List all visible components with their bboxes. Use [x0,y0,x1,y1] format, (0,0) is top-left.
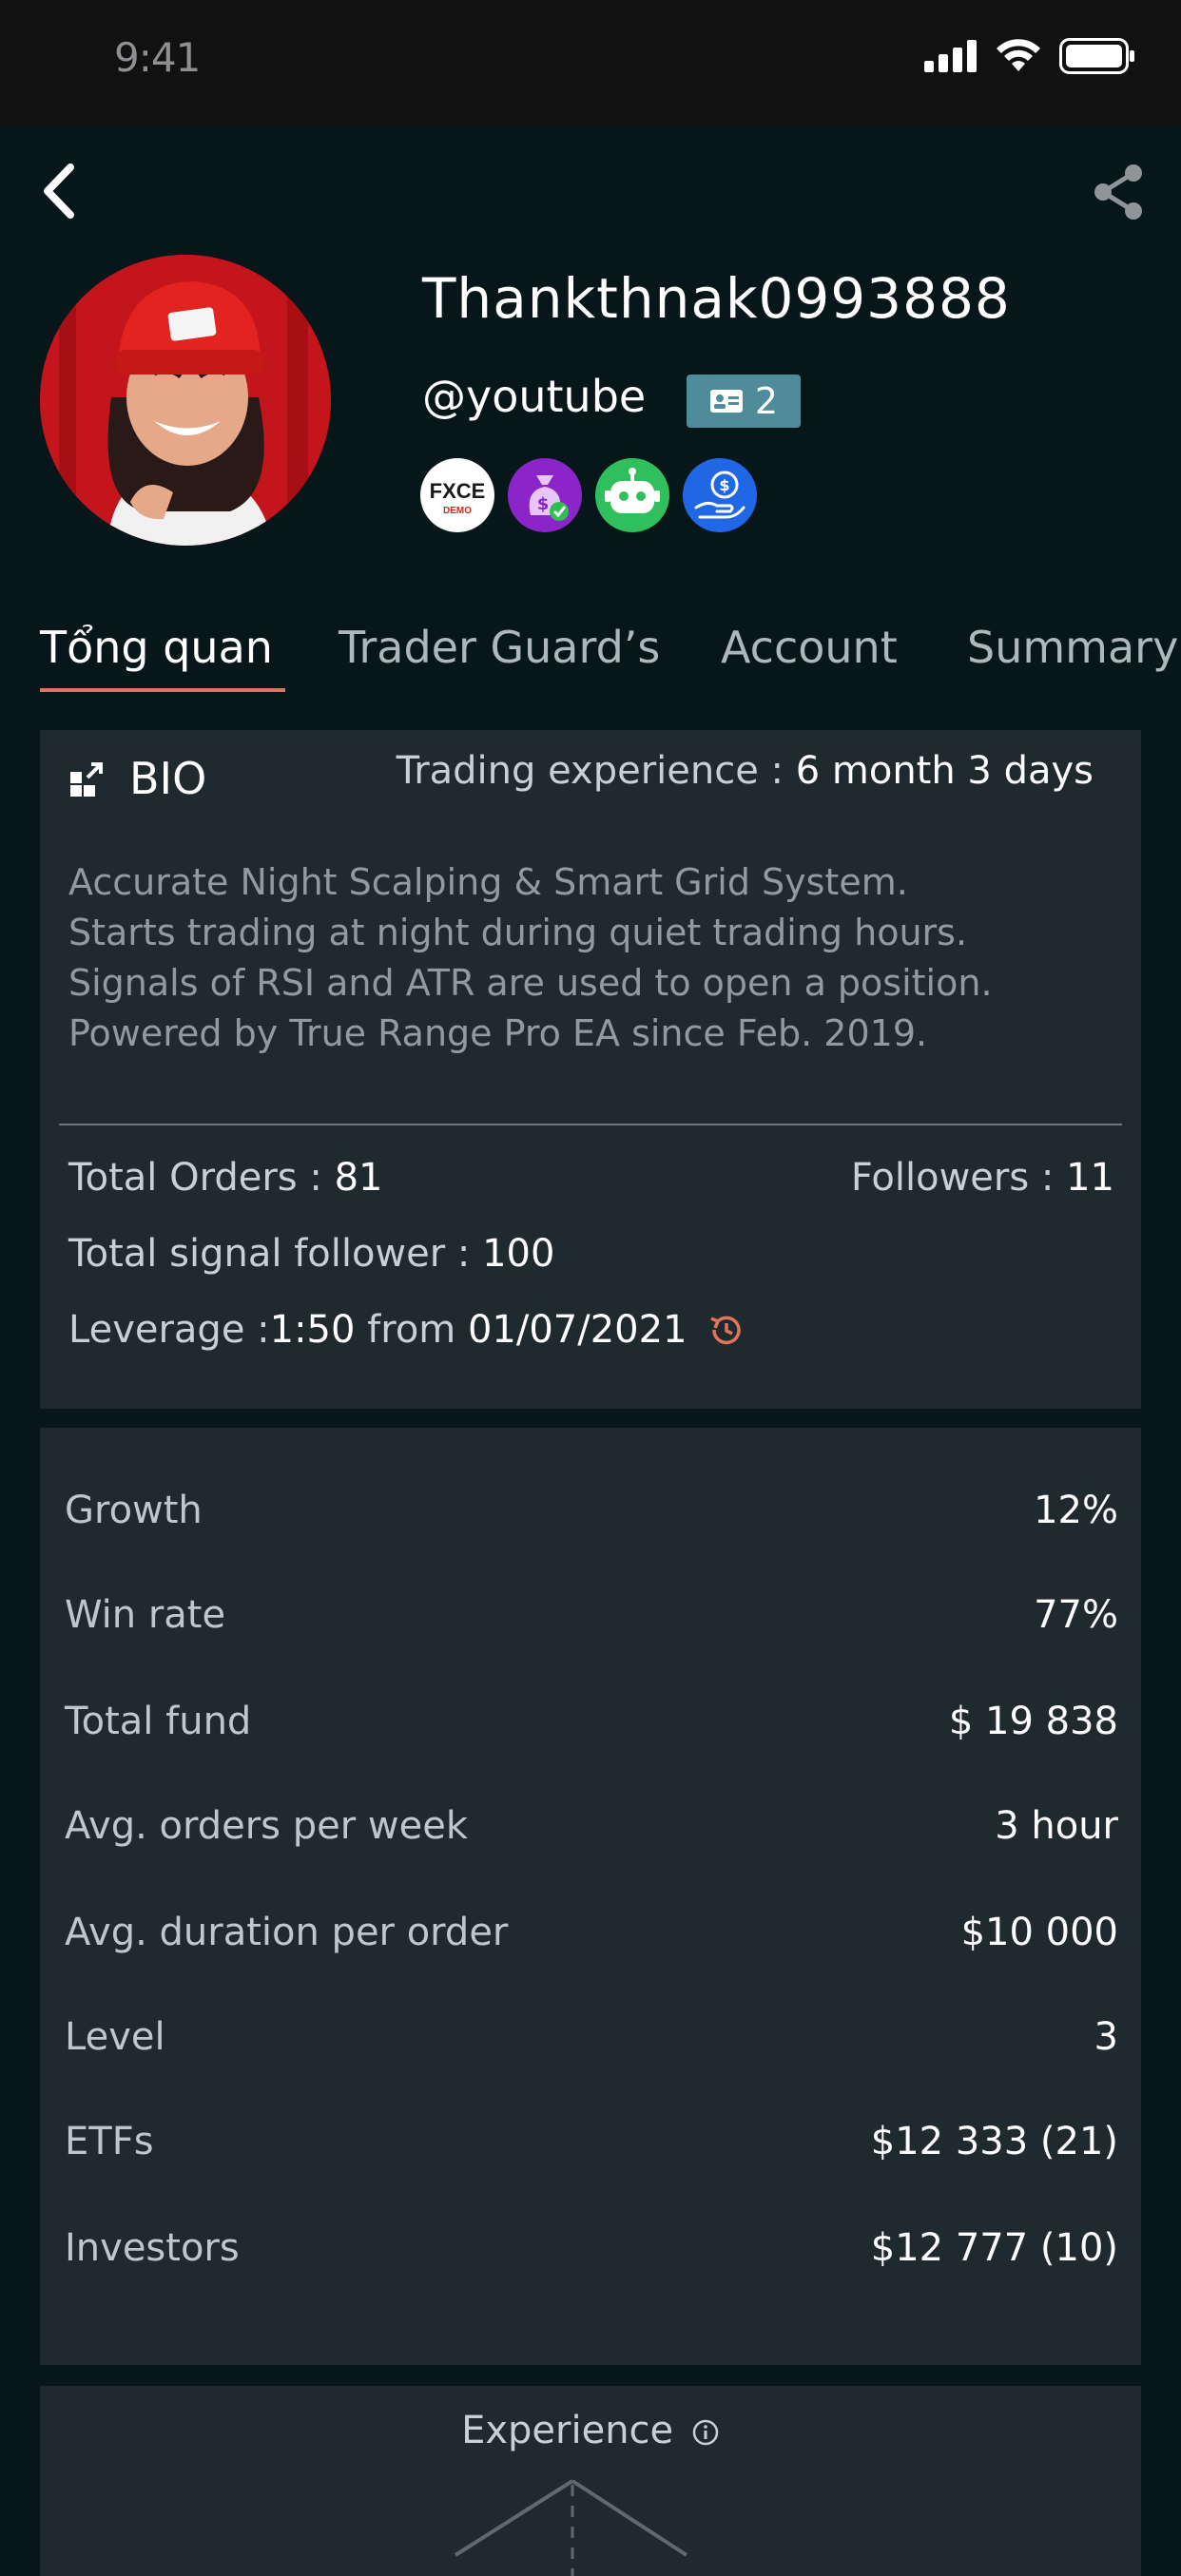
leverage: Leverage : 1:50 from 01/07/2021 [68,1308,745,1352]
status-bar: 9:41 [0,0,1181,125]
back-button[interactable] [36,162,84,221]
profile-tabs: Tổng quan Trader Guard’s Account Summary [0,608,1181,694]
hand-coin-graphic: $ [694,471,745,519]
bio-description: Accurate Night Scalping & Smart Grid Sys… [68,857,1114,1059]
robot-graphic [605,468,660,513]
metric-row-avg-orders: Avg. orders per week 3 hour [65,1804,1118,1861]
experience-card: Experience [40,2386,1141,2576]
avatar [40,255,331,546]
bio-header: BIO [68,753,206,804]
share-button[interactable] [1092,162,1145,221]
metric-row-investors: Investors $12 777 (10) [65,2226,1118,2283]
history-icon[interactable] [707,1311,745,1349]
svg-text:$: $ [537,494,550,514]
money-bag-verified-badge-icon[interactable]: $ [508,458,582,532]
trading-experience-value: 6 month 3 days [795,749,1094,793]
hand-coin-badge-icon[interactable]: $ [683,458,757,532]
svg-text:$: $ [719,476,729,494]
profile-username: Thankthnak0993888 [422,266,1011,331]
metric-label: Growth [65,1489,203,1532]
metric-row-avg-duration: Avg. duration per order $10 000 [65,1911,1118,1968]
avatar-image [40,255,331,546]
metric-label: Total fund [65,1700,252,1743]
metric-value: $ 19 838 [948,1700,1118,1743]
metric-label: Win rate [65,1593,226,1637]
fxce-demo-badge-graphic: FXCE DEMO [430,479,486,516]
metric-value: 77% [1034,1593,1118,1637]
bio-line: Starts trading at night during quiet tra… [68,912,968,953]
bio-divider [59,1124,1122,1125]
profile-handle: @youtube [422,371,647,422]
trading-experience-label: Trading experience : [396,749,796,793]
metric-value: $10 000 [960,1911,1118,1954]
followers: Followers : 11 [851,1156,1114,1200]
bio-line: Powered by True Range Pro EA since Feb. … [68,1012,928,1054]
tab-summary[interactable]: Summary [967,622,1178,673]
experience-radar-chart [454,2479,688,2576]
total-signal-follower: Total signal follower : 100 [68,1232,554,1276]
id-card-icon [709,390,743,413]
bio-title: BIO [129,753,207,804]
money-bag-graphic: $ [529,475,569,521]
trading-experience: Trading experience : 6 month 3 days [397,749,1094,793]
metric-label: Investors [65,2226,240,2270]
metric-row-level: Level 3 [65,2015,1118,2072]
total-orders: Total Orders : 81 [68,1156,382,1200]
metric-value: $12 777 (10) [870,2226,1118,2270]
metric-row-growth: Growth 12% [65,1489,1118,1546]
metric-row-total-fund: Total fund $ 19 838 [65,1700,1118,1757]
followers-label: Followers : [850,1156,1067,1200]
battery-icon [1059,38,1134,74]
total-orders-label: Total Orders : [68,1156,335,1200]
fxce-demo-badge-icon[interactable]: FXCE DEMO [420,458,494,532]
metric-value: 3 hour [995,1804,1118,1848]
id-card-badge[interactable]: 2 [687,375,801,428]
total-orders-value: 81 [334,1156,383,1200]
metric-label: ETFs [65,2120,154,2163]
leverage-date: 01/07/2021 [467,1308,687,1352]
bio-line: Signals of RSI and ATR are used to open … [68,962,993,1004]
share-icon [1094,164,1142,220]
signal-follower-value: 100 [482,1232,555,1276]
robot-badge-icon[interactable] [595,458,669,532]
metrics-card: Growth 12% Win rate 77% Total fund $ 19 … [40,1428,1141,2365]
bio-card: BIO Trading experience : 6 month 3 days … [40,730,1141,1409]
demo-badge-text: DEMO [443,506,472,516]
active-tab-indicator [40,688,285,692]
achievement-badges: FXCE DEMO $ $ [420,458,757,532]
metric-value: $12 333 (21) [870,2120,1118,2163]
status-icons [924,38,1135,74]
tab-overview[interactable]: Tổng quan [40,622,273,673]
status-time: 9:41 [114,34,201,81]
bio-line: Accurate Night Scalping & Smart Grid Sys… [68,861,908,903]
metric-row-etfs: ETFs $12 333 (21) [65,2120,1118,2177]
tab-trader-guard[interactable]: Trader Guard’s [339,622,660,673]
metric-label: Avg. duration per order [65,1911,509,1954]
id-badge-count: 2 [754,380,779,422]
signal-icon [924,40,977,72]
leverage-from: from [355,1308,468,1352]
metric-value: 12% [1034,1489,1118,1532]
wifi-icon [997,39,1040,71]
metric-label: Avg. orders per week [65,1804,468,1848]
tab-account[interactable]: Account [721,622,898,673]
fxce-badge-text: FXCE [430,479,486,503]
metric-value: 3 [1094,2015,1118,2059]
leverage-value: 1:50 [269,1308,356,1352]
signal-follower-label: Total signal follower : [68,1232,483,1276]
metric-row-win-rate: Win rate 77% [65,1593,1118,1650]
followers-value: 11 [1066,1156,1114,1200]
bio-icon [70,762,103,797]
chevron-left-icon [44,163,74,219]
leverage-label: Leverage : [68,1308,270,1352]
metric-label: Level [65,2015,165,2059]
